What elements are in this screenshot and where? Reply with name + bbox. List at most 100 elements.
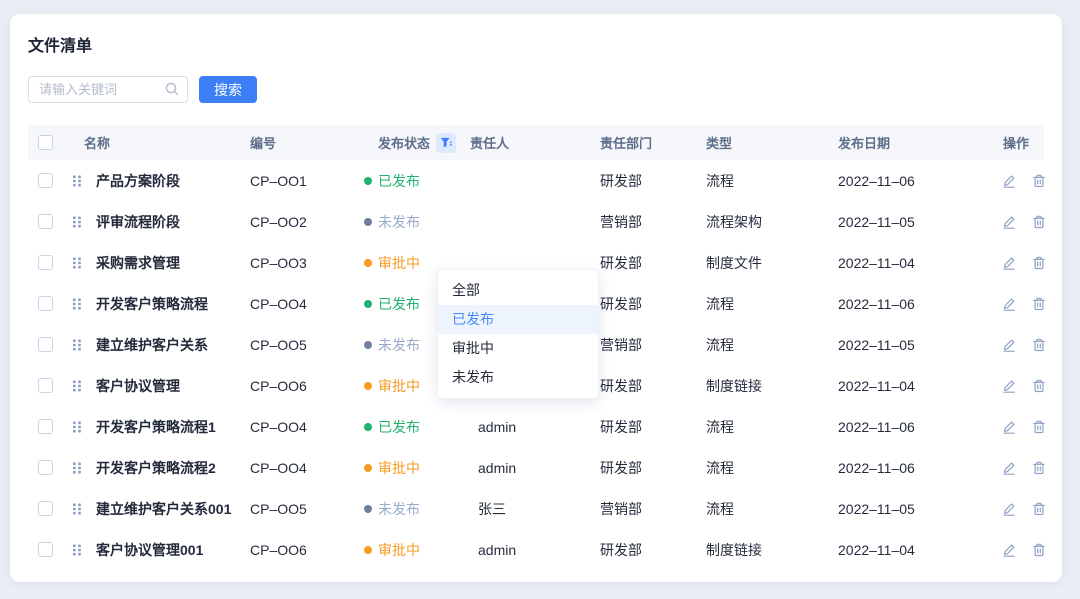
edit-button[interactable]: [1001, 255, 1017, 271]
row-checkbox[interactable]: [38, 419, 53, 434]
status-badge: 审批中: [364, 540, 470, 560]
delete-button[interactable]: [1031, 173, 1047, 189]
drag-handle-icon[interactable]: [72, 420, 82, 434]
cell-code: CP–OO1: [250, 173, 364, 189]
cell-name: 开发客户策略流程2: [90, 458, 250, 478]
status-filter-dropdown: 全部已发布审批中未发布: [437, 269, 599, 399]
status-label: 未发布: [378, 335, 420, 355]
drag-handle-icon[interactable]: [72, 502, 82, 516]
table-row: 产品方案阶段 CP–OO1 已发布 研发部 流程 2022–11–06: [28, 160, 1044, 201]
delete-button[interactable]: [1031, 542, 1047, 558]
cell-type: 流程: [706, 335, 838, 355]
status-label: 审批中: [378, 458, 420, 478]
column-header-type: 类型: [706, 133, 838, 152]
drag-handle-icon[interactable]: [72, 338, 82, 352]
drag-handle-icon[interactable]: [72, 215, 82, 229]
cell-person: 张三: [470, 499, 590, 519]
trash-icon: [1031, 501, 1047, 517]
status-label: 未发布: [378, 212, 420, 232]
row-checkbox[interactable]: [38, 255, 53, 270]
table-row: 开发客户策略流程1 CP–OO4 已发布 admin 研发部 流程 2022–1…: [28, 406, 1044, 447]
cell-name: 建立维护客户关系001: [90, 499, 250, 519]
edit-icon: [1001, 255, 1017, 271]
delete-button[interactable]: [1031, 419, 1047, 435]
edit-button[interactable]: [1001, 501, 1017, 517]
drag-handle-icon[interactable]: [72, 297, 82, 311]
row-checkbox[interactable]: [38, 542, 53, 557]
trash-icon: [1031, 296, 1047, 312]
trash-icon: [1031, 542, 1047, 558]
trash-icon: [1031, 378, 1047, 394]
cell-code: CP–OO5: [250, 501, 364, 517]
header-checkbox-cell: [28, 135, 62, 150]
drag-handle-icon[interactable]: [72, 256, 82, 270]
status-filter-button[interactable]: [436, 133, 456, 153]
drag-handle-icon[interactable]: [72, 379, 82, 393]
status-badge: 已发布: [364, 417, 470, 437]
cell-dept: 研发部: [590, 294, 706, 314]
status-dot-icon: [364, 177, 372, 185]
select-all-checkbox[interactable]: [38, 135, 53, 150]
cell-type: 流程: [706, 499, 838, 519]
delete-button[interactable]: [1031, 255, 1047, 271]
column-header-date: 发布日期: [838, 133, 975, 152]
delete-button[interactable]: [1031, 501, 1047, 517]
edit-button[interactable]: [1001, 214, 1017, 230]
trash-icon: [1031, 419, 1047, 435]
edit-button[interactable]: [1001, 337, 1017, 353]
cell-type: 流程: [706, 417, 838, 437]
row-checkbox[interactable]: [38, 460, 53, 475]
cell-date: 2022–11–05: [838, 501, 975, 517]
delete-button[interactable]: [1031, 296, 1047, 312]
status-label: 未发布: [378, 499, 420, 519]
edit-button[interactable]: [1001, 378, 1017, 394]
trash-icon: [1031, 337, 1047, 353]
file-list-card: 文件清单 搜索 名称 编号 发布状态: [10, 14, 1062, 582]
filter-option[interactable]: 未发布: [438, 363, 598, 392]
cell-code: CP–OO4: [250, 419, 364, 435]
cell-person: admin: [470, 419, 590, 435]
row-checkbox[interactable]: [38, 173, 53, 188]
status-dot-icon: [364, 546, 372, 554]
edit-icon: [1001, 542, 1017, 558]
status-dot-icon: [364, 259, 372, 267]
edit-button[interactable]: [1001, 296, 1017, 312]
delete-button[interactable]: [1031, 337, 1047, 353]
table-header: 名称 编号 发布状态 责任人 责任部门 类型 发布日期 操作: [28, 125, 1044, 160]
cell-type: 流程: [706, 294, 838, 314]
delete-button[interactable]: [1031, 378, 1047, 394]
filter-option[interactable]: 全部: [438, 276, 598, 305]
cell-date: 2022–11–04: [838, 255, 975, 271]
status-label: 已发布: [378, 417, 420, 437]
cell-dept: 营销部: [590, 212, 706, 232]
edit-button[interactable]: [1001, 542, 1017, 558]
row-checkbox[interactable]: [38, 378, 53, 393]
drag-handle-icon[interactable]: [72, 174, 82, 188]
row-checkbox[interactable]: [38, 214, 53, 229]
row-checkbox[interactable]: [38, 296, 53, 311]
table-row: 建立维护客户关系001 CP–OO5 未发布 张三 营销部 流程 2022–11…: [28, 488, 1044, 529]
edit-button[interactable]: [1001, 419, 1017, 435]
row-checkbox[interactable]: [38, 337, 53, 352]
status-dot-icon: [364, 218, 372, 226]
drag-handle-icon[interactable]: [72, 461, 82, 475]
cell-name: 采购需求管理: [90, 253, 250, 273]
filter-option[interactable]: 审批中: [438, 334, 598, 363]
status-badge: 审批中: [364, 458, 470, 478]
delete-button[interactable]: [1031, 460, 1047, 476]
cell-name: 开发客户策略流程: [90, 294, 250, 314]
page-title: 文件清单: [28, 14, 1044, 58]
edit-icon: [1001, 501, 1017, 517]
delete-button[interactable]: [1031, 214, 1047, 230]
row-checkbox[interactable]: [38, 501, 53, 516]
column-header-code: 编号: [250, 133, 364, 152]
edit-button[interactable]: [1001, 460, 1017, 476]
filter-option[interactable]: 已发布: [438, 305, 598, 334]
status-dot-icon: [364, 382, 372, 390]
drag-handle-icon[interactable]: [72, 543, 82, 557]
funnel-filter-icon: [440, 137, 452, 149]
edit-button[interactable]: [1001, 173, 1017, 189]
status-badge: 未发布: [364, 212, 470, 232]
search-button[interactable]: 搜索: [199, 76, 257, 103]
status-label: 审批中: [378, 540, 420, 560]
